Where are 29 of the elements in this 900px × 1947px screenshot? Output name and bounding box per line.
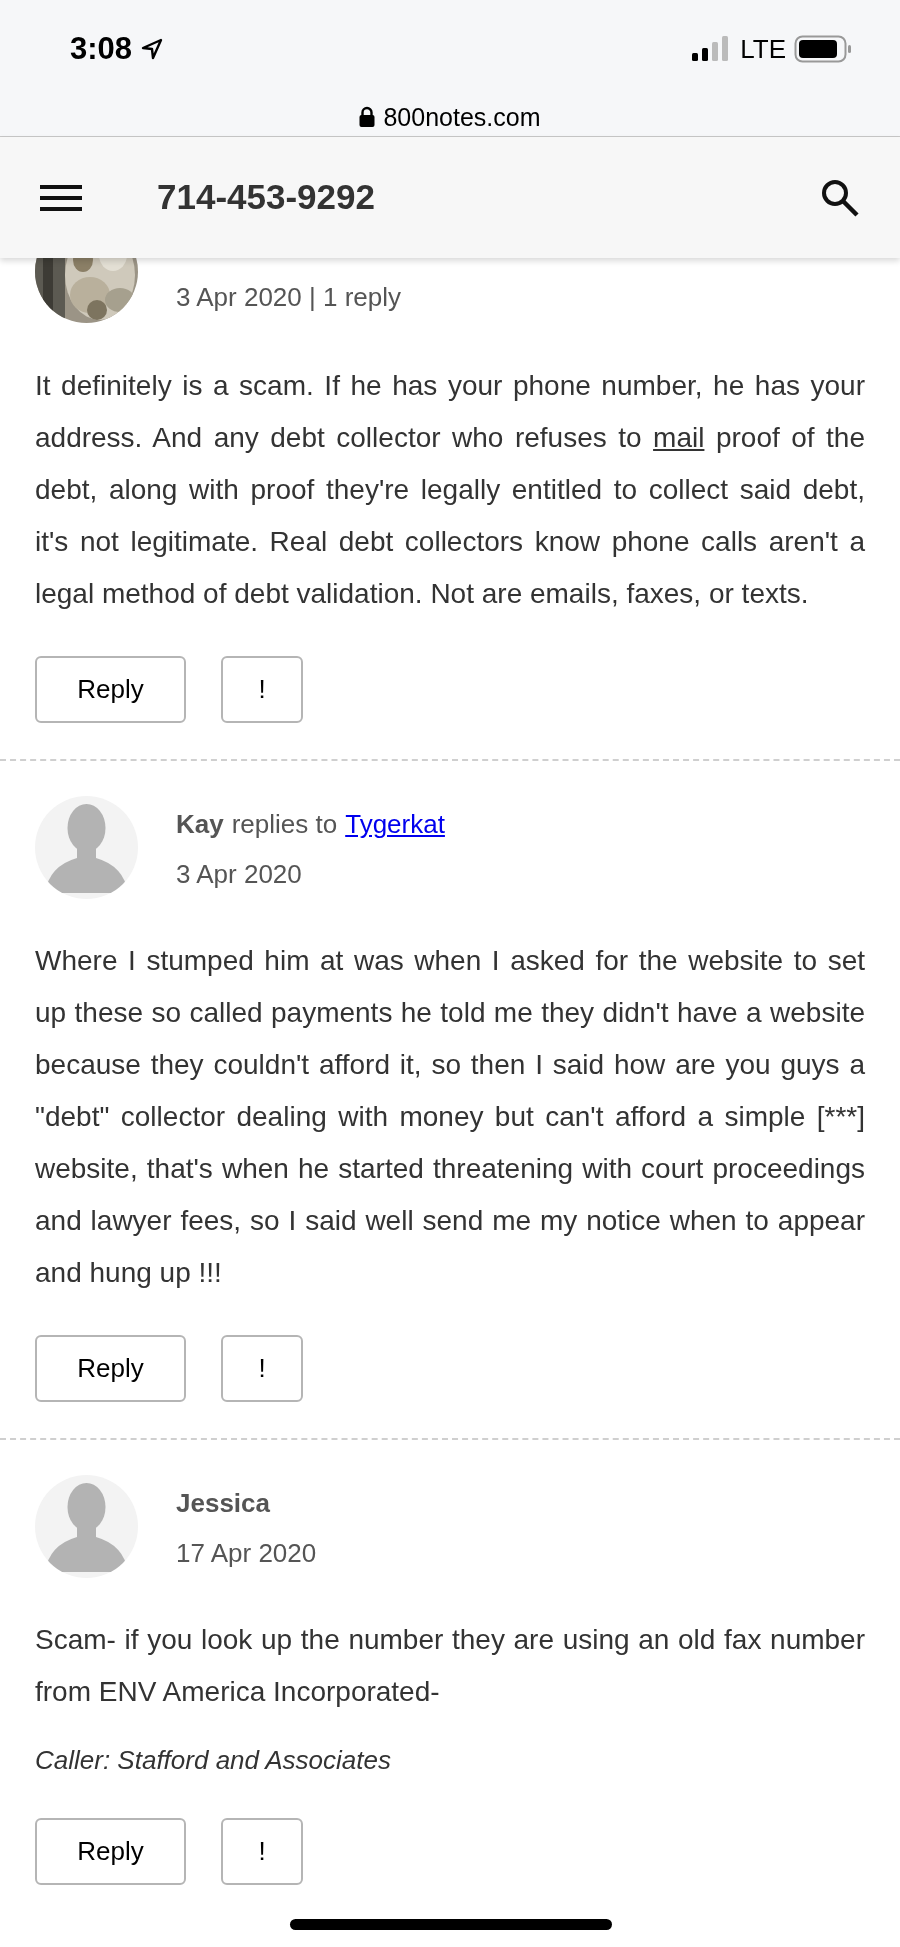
- text-link[interactable]: mail: [653, 422, 705, 453]
- reply-label: replies to: [231, 808, 338, 840]
- battery-icon: [794, 35, 852, 64]
- reply-button[interactable]: Reply: [35, 656, 186, 723]
- post-body: Scam- if you look up the number they are using an old fax number from ENV America Incorporated-: [35, 1623, 865, 1709]
- search-icon[interactable]: [820, 177, 860, 218]
- post-meta: 17 Apr 2020: [176, 1538, 317, 1568]
- url-bar[interactable]: 800notes.com: [359, 98, 541, 136]
- location-arrow-icon: [140, 37, 165, 62]
- author-link[interactable]: Tygerkat: [345, 808, 445, 840]
- report-button[interactable]: !: [221, 1818, 303, 1885]
- post-body: Where I stumped him at was when I asked for the website to set up these so called payments he told me they didn't have a website because they couldn't afford it, so then I said how are you guys a "debt" collector dealing with money but can't afford a simple [***] website, that's when he started threatening with court proceedings and lawyer fees, so I said well send me my notice when to appear and hung up !!!: [35, 944, 865, 1290]
- avatar-icon: [35, 796, 138, 899]
- menu-icon[interactable]: [40, 183, 82, 212]
- author-name: Jessica: [176, 1487, 270, 1519]
- reply-button[interactable]: Reply: [35, 1818, 186, 1885]
- report-button[interactable]: !: [221, 1335, 303, 1402]
- reply-button[interactable]: Reply: [35, 1335, 186, 1402]
- caller-note: Caller: Stafford and Associates: [35, 1744, 392, 1777]
- post-body: It definitely is a scam. If he has your phone number, he has your address. And any debt collector who refuses to mail proof of the debt, along with proof they're legally entitled to collect said debt, it's not legitimate. Real debt collectors know phone calls aren't a legal method of debt validation. Not are emails, faxes, or texts.: [35, 369, 865, 611]
- post-meta: 3 Apr 2020: [176, 859, 303, 889]
- author-name: Kay: [176, 808, 224, 840]
- page-title: 714-453-9292: [157, 176, 375, 219]
- post-meta: 3 Apr 2020 | 1 reply: [176, 282, 401, 312]
- status-time: 3:08: [70, 30, 133, 68]
- network-label: LTE: [740, 32, 786, 66]
- report-button[interactable]: !: [221, 656, 303, 723]
- lock-icon: [359, 106, 376, 129]
- avatar-icon: [35, 1475, 138, 1578]
